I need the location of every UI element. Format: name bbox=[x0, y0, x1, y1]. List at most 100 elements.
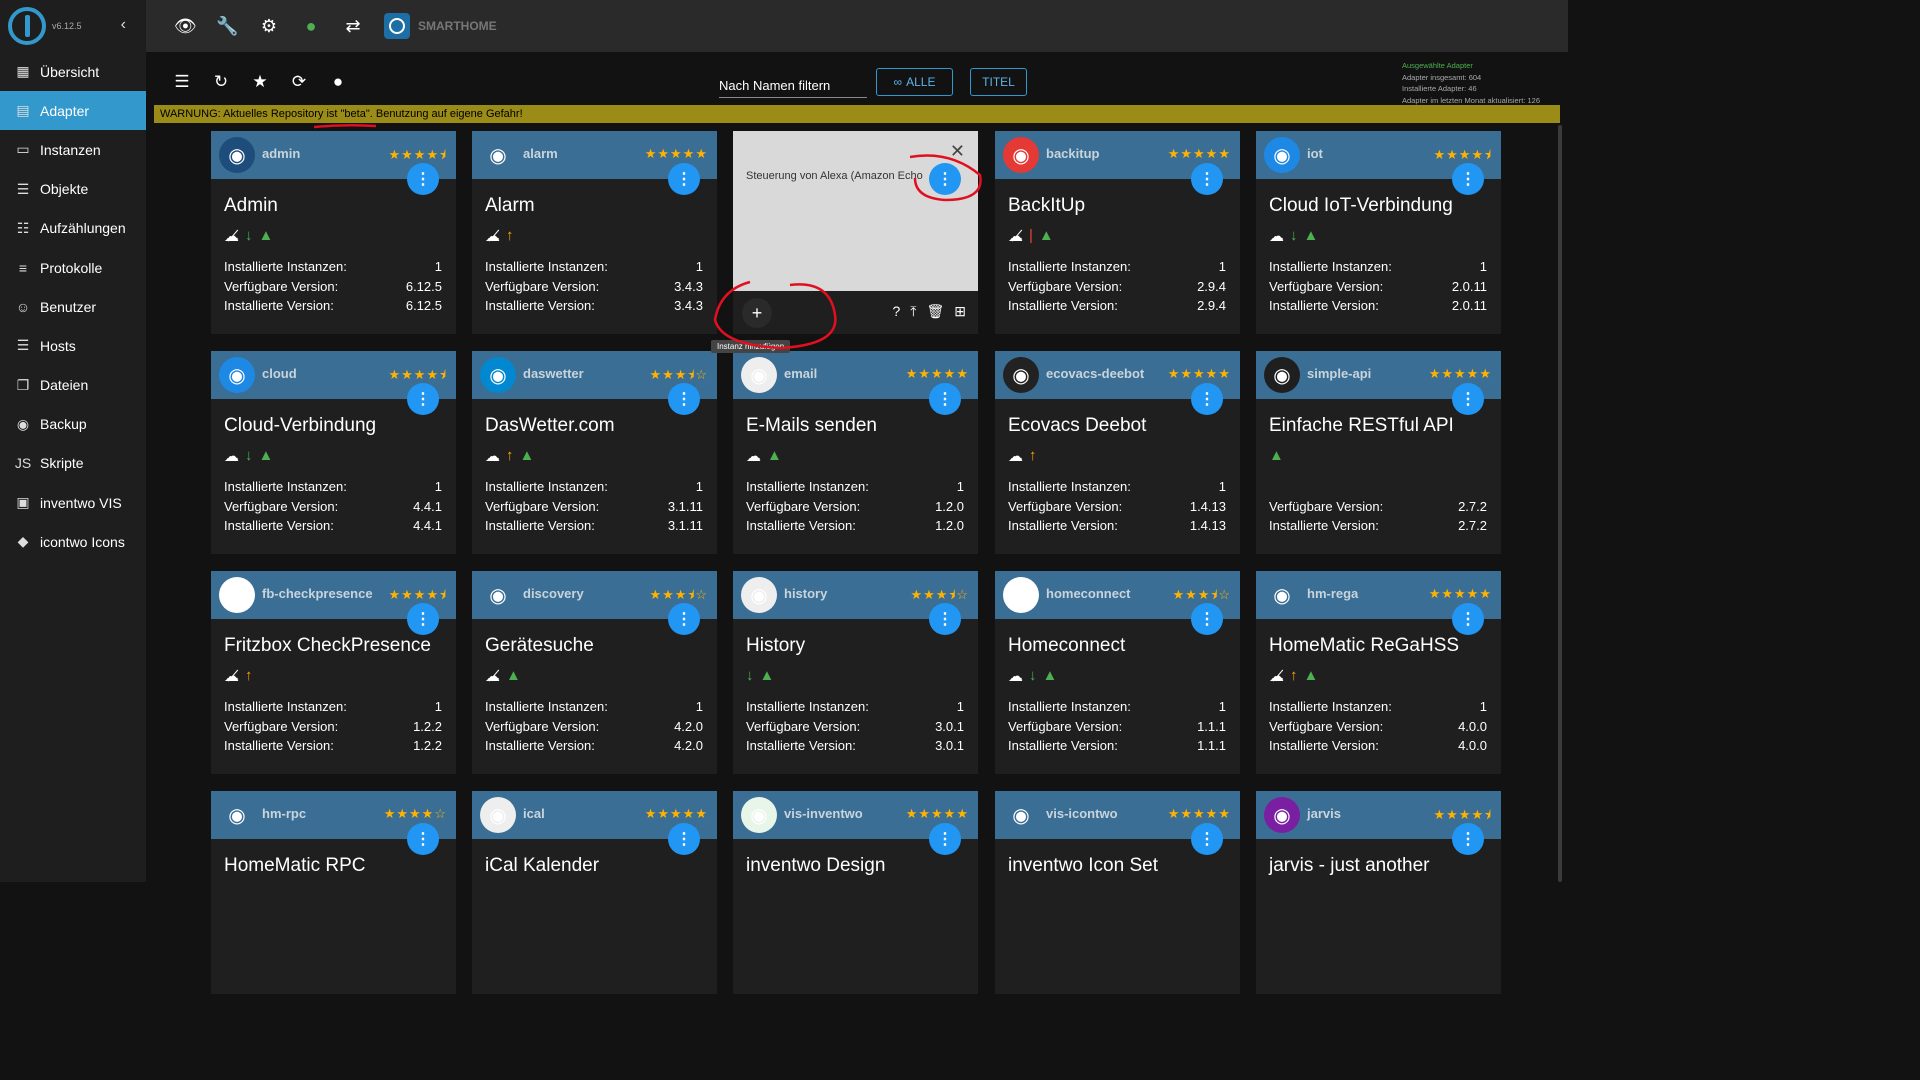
delete-icon[interactable]: 🗑 bbox=[926, 303, 944, 320]
eye-icon[interactable]: 👁 bbox=[174, 16, 197, 37]
scrollbar[interactable] bbox=[1556, 125, 1564, 882]
sidebar-item-label: inventwo VIS bbox=[40, 494, 122, 511]
version-info: Verfügbare Version: 2.7.2 Installierte Ver… bbox=[1269, 477, 1487, 536]
instances-row: Installierte Instanzen: 1 bbox=[1269, 257, 1487, 277]
sidebar-item-inventwo-vis[interactable]: ▣ inventwo VIS bbox=[0, 483, 146, 522]
more-button[interactable]: ⋮ bbox=[407, 823, 439, 855]
help-icon[interactable]: ? bbox=[892, 303, 900, 320]
settings-icon[interactable]: ⚙ bbox=[258, 16, 280, 37]
installed-row: Installierte Version: 2.7.2 bbox=[1269, 516, 1487, 536]
rating-stars[interactable]: ★★★★★ bbox=[1168, 806, 1231, 822]
more-button[interactable]: ⋮ bbox=[929, 603, 961, 635]
available-row: Verfügbare Version: 3.4.3 bbox=[485, 277, 703, 297]
stable-icon: ▲ bbox=[1042, 667, 1058, 684]
description-text: Steuerung von Alexa (Amazon Echo bbox=[746, 170, 923, 182]
adapter-card-admin: ◉ admin ★★★★⯨ ⋮ Admin ☁̸ ↓ ▲ Installierte Instan… bbox=[211, 131, 456, 334]
rating-stars[interactable]: ★★★★★ bbox=[1168, 366, 1231, 382]
more-button[interactable]: ⋮ bbox=[1452, 823, 1484, 855]
sidebar-item-dateien[interactable]: ❐ Dateien bbox=[0, 366, 146, 405]
available-value: 2.0.11 bbox=[1451, 278, 1487, 294]
more-button[interactable]: ⋮ bbox=[668, 383, 700, 415]
more-button[interactable]: ⋮ bbox=[668, 163, 700, 195]
available-row: Verfügbare Version: 1.2.0 bbox=[746, 497, 964, 517]
rating-stars[interactable]: ★★★★★ bbox=[1429, 586, 1492, 602]
badges: ☁ ↑ ▲ bbox=[485, 447, 534, 465]
version-label: v6.12.5 bbox=[52, 21, 82, 31]
card-header: ◉ cloud ★★★★⯨ ⋮ bbox=[211, 351, 456, 415]
sidebar-item-objekte[interactable]: ☰ Objekte bbox=[0, 170, 146, 209]
card-header: ◉ discovery ★★★⯨☆ ⋮ bbox=[472, 571, 717, 635]
more-button[interactable]: ⋮ bbox=[407, 163, 439, 195]
more-button[interactable]: ⋮ bbox=[668, 603, 700, 635]
rating-stars[interactable]: ★★★★★ bbox=[645, 146, 708, 162]
more-button[interactable]: ⋮ bbox=[407, 383, 439, 415]
sidebar-item-instanzen[interactable]: ▭ Instanzen bbox=[0, 130, 146, 169]
more-button[interactable]: ⋮ bbox=[929, 163, 961, 195]
adapter-short-name: discovery bbox=[523, 586, 584, 601]
collapse-sidebar-icon[interactable]: ‹ bbox=[121, 16, 126, 34]
instances-label: Installierte Instanzen: bbox=[746, 699, 869, 714]
rating-stars[interactable]: ★★★★★ bbox=[906, 806, 969, 822]
sidebar-item-benutzer[interactable]: ☺ Benutzer bbox=[0, 287, 146, 326]
close-icon[interactable]: ✕ bbox=[950, 141, 965, 162]
instances-label: Installierte Instanzen: bbox=[224, 699, 347, 714]
arrow-down-icon: ↓ bbox=[1290, 227, 1298, 244]
sidebar-item-skripte[interactable]: JS Skripte bbox=[0, 444, 146, 483]
wrench-icon[interactable]: 🔧 bbox=[216, 16, 238, 37]
refresh-icon[interactable]: ↻ bbox=[210, 72, 232, 92]
more-button[interactable]: ⋮ bbox=[1452, 163, 1484, 195]
available-value: 3.1.11 bbox=[667, 498, 703, 514]
available-label: Verfügbare Version: bbox=[1008, 498, 1123, 514]
more-button[interactable]: ⋮ bbox=[407, 603, 439, 635]
rating-stars[interactable]: ★★★★★ bbox=[1168, 146, 1231, 162]
github-icon[interactable]: ● bbox=[327, 72, 349, 92]
more-button[interactable]: ⋮ bbox=[929, 383, 961, 415]
sidebar-item-protokolle[interactable]: ≡ Protokolle bbox=[0, 248, 146, 287]
version-info: Installierte Instanzen: 1 Verfügbare Versi… bbox=[485, 697, 703, 756]
instances-label: Installierte Instanzen: bbox=[485, 699, 608, 714]
available-value: 1.4.13 bbox=[1189, 498, 1226, 514]
vis-inventwo-icon: ◉ bbox=[741, 797, 777, 833]
rating-stars[interactable]: ★★★★★ bbox=[1429, 366, 1492, 382]
sidebar-item-icontwo-icons[interactable]: ◆ icontwo Icons bbox=[0, 522, 146, 561]
update-icon[interactable]: ⟳ bbox=[288, 72, 310, 92]
upload-icon[interactable]: ⤒ bbox=[910, 303, 916, 320]
more-button[interactable]: ⋮ bbox=[1452, 383, 1484, 415]
adapter-short-name: fb-checkpresence bbox=[262, 586, 373, 601]
scrollbar-thumb[interactable] bbox=[1558, 125, 1562, 882]
more-button[interactable]: ⋮ bbox=[1191, 823, 1223, 855]
rating-stars[interactable]: ★★★★★ bbox=[645, 806, 708, 822]
rating-stars[interactable]: ★★★★★ bbox=[906, 366, 969, 382]
more-button[interactable]: ⋮ bbox=[929, 823, 961, 855]
sidebar-item-aufz-hlungen[interactable]: ☷ Aufzählungen bbox=[0, 209, 146, 248]
sidebar-item--bersicht[interactable]: ▦ Übersicht bbox=[0, 52, 146, 91]
list-view-icon[interactable]: ☰ bbox=[171, 72, 193, 92]
add-instance-button[interactable]: + bbox=[742, 298, 772, 328]
more-button[interactable]: ⋮ bbox=[1191, 603, 1223, 635]
title-button[interactable]: TITEL bbox=[970, 68, 1027, 96]
filter-name-input[interactable]: Nach Namen filtern bbox=[719, 78, 867, 98]
sidebar-item-adapter[interactable]: ▤ Adapter bbox=[0, 91, 146, 131]
more-button[interactable]: ⋮ bbox=[1191, 383, 1223, 415]
card-header: ◉ homeconnect ★★★⯨☆ ⋮ bbox=[995, 571, 1240, 635]
no-sync-icon[interactable]: ⇄ bbox=[342, 16, 364, 37]
version-info: Installierte Instanzen: 1 Verfügbare Versi… bbox=[224, 697, 442, 756]
installed-value: 6.12.5 bbox=[405, 298, 442, 314]
instances-value: 1 bbox=[956, 479, 964, 494]
add-box-icon[interactable]: ⊞ bbox=[954, 303, 966, 320]
adapter-title: Fritzbox CheckPresence bbox=[224, 635, 431, 656]
sidebar-item-label: Dateien bbox=[40, 377, 89, 394]
star-icon[interactable]: ★ bbox=[249, 72, 271, 92]
sidebar-item-hosts[interactable]: ☰ Hosts bbox=[0, 326, 146, 365]
expert-mode-icon[interactable]: ● bbox=[300, 16, 322, 37]
more-button[interactable]: ⋮ bbox=[668, 823, 700, 855]
more-button[interactable]: ⋮ bbox=[1452, 603, 1484, 635]
rating-stars[interactable]: ★★★★☆ bbox=[384, 806, 447, 822]
adapter-stats: Ausgewählte Adapter Adapter insgesamt: 6… bbox=[1402, 60, 1540, 106]
sidebar-item-label: Übersicht bbox=[40, 63, 100, 80]
more-button[interactable]: ⋮ bbox=[1191, 163, 1223, 195]
sidebar-item-backup[interactable]: ◉ Backup bbox=[0, 405, 146, 444]
all-button[interactable]: ∞ ALLE bbox=[876, 68, 953, 96]
available-row: Verfügbare Version: 6.12.5 bbox=[224, 277, 442, 297]
installed-label: Installierte Version: bbox=[1269, 298, 1379, 314]
